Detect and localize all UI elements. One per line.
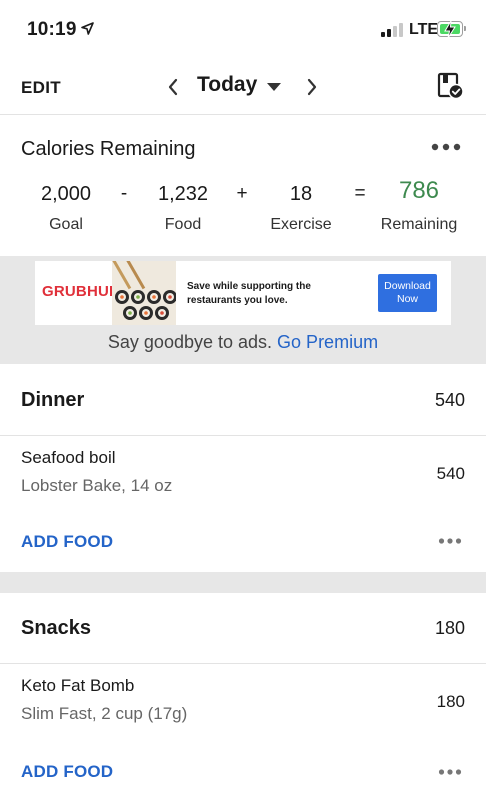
- food-entry[interactable]: Seafood boil Lobster Bake, 14 oz 540: [0, 436, 486, 506]
- ad-food-image: [112, 261, 176, 325]
- chevron-right-icon[interactable]: [306, 77, 318, 97]
- exercise-label: Exercise: [270, 216, 332, 233]
- meal-calories: 540: [434, 390, 465, 410]
- food-entry[interactable]: Keto Fat Bomb Slim Fast, 2 cup (17g) 180: [0, 664, 486, 734]
- add-food-button-dinner[interactable]: ADD FOOD: [21, 532, 113, 552]
- diary-nav-bar: EDIT Today: [0, 60, 486, 115]
- goodbye-text: Say goodbye to ads.: [107, 332, 273, 352]
- equals-operator: =: [354, 183, 366, 204]
- goal-value: 2,000: [40, 183, 92, 205]
- charging-bolt-icon: [444, 21, 456, 38]
- meal-header-dinner: Dinner 540: [0, 365, 486, 436]
- meal-header-snacks: Snacks 180: [0, 593, 486, 664]
- food-name: Keto Fat Bomb: [21, 676, 135, 695]
- date-selector[interactable]: Today: [197, 73, 257, 97]
- calories-remaining-title: Calories Remaining: [21, 138, 196, 160]
- goal-label: Goal: [49, 216, 83, 233]
- meal-title: Dinner: [21, 389, 85, 411]
- ad-text: Save while supporting the restaurants yo…: [187, 281, 311, 306]
- food-calories: 540: [436, 464, 465, 483]
- ad-section: GRUBHUB Save while supporting the restau…: [0, 256, 486, 364]
- more-icon[interactable]: [438, 537, 462, 545]
- ad-download-label: Download Now: [384, 280, 431, 305]
- section-divider: [0, 572, 486, 593]
- chevron-left-icon[interactable]: [167, 77, 179, 97]
- add-food-button-snacks[interactable]: ADD FOOD: [21, 762, 113, 782]
- edit-button[interactable]: EDIT: [21, 78, 61, 98]
- food-detail: Slim Fast, 2 cup (17g): [21, 704, 188, 723]
- food-name: Seafood boil: [21, 448, 116, 467]
- ad-download-button[interactable]: Download Now: [378, 274, 437, 312]
- food-value: 1,232: [157, 183, 209, 205]
- minus-operator: -: [120, 183, 128, 204]
- remaining-label: Remaining: [380, 216, 458, 233]
- ad-banner[interactable]: GRUBHUB Save while supporting the restau…: [35, 261, 451, 325]
- remaining-value: 786: [398, 177, 440, 204]
- status-time: 10:19: [27, 19, 77, 40]
- plus-operator: +: [236, 183, 248, 204]
- more-icon[interactable]: [431, 143, 461, 151]
- signal-icon: [381, 23, 407, 37]
- calories-remaining-card: Calories Remaining 2,000 Goal - 1,232 Fo…: [0, 115, 486, 255]
- caret-down-icon[interactable]: [267, 83, 281, 92]
- go-premium-link[interactable]: Go Premium: [277, 332, 378, 352]
- exercise-value: 18: [289, 183, 313, 205]
- remove-ads-line: Say goodbye to ads. Go Premium: [0, 332, 486, 353]
- food-calories: 180: [436, 692, 465, 711]
- status-bar: 10:19 LTE: [0, 0, 486, 60]
- meal-calories: 180: [434, 618, 465, 638]
- battery-cap: [464, 26, 466, 31]
- network-type: LTE: [409, 21, 439, 38]
- grubhub-logo: GRUBHUB: [42, 283, 121, 300]
- meal-title: Snacks: [21, 617, 92, 639]
- food-detail: Lobster Bake, 14 oz: [21, 476, 173, 495]
- food-label: Food: [164, 216, 202, 233]
- location-arrow-icon: [81, 22, 94, 35]
- more-icon[interactable]: [438, 768, 462, 776]
- diary-complete-icon[interactable]: [437, 72, 465, 100]
